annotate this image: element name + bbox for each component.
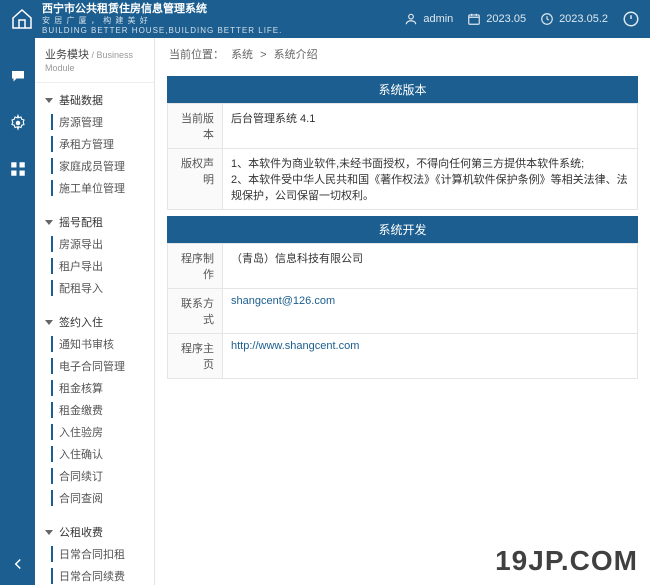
menu-group-title: 签约入住 xyxy=(59,314,103,330)
chat-icon[interactable] xyxy=(9,68,27,86)
menu-item[interactable]: 电子合同管理 xyxy=(35,355,154,377)
menu-item[interactable]: 入住验房 xyxy=(35,421,154,443)
value-contact: shangcent@126.com xyxy=(223,289,638,334)
date-2: 2023.05.2 xyxy=(559,13,608,25)
value-copyright: 1、本软件为商业软件,未经书面授权，不得向任何第三方提供本软件系统; 2、本软件… xyxy=(223,149,638,210)
menu-item[interactable]: 家庭成员管理 xyxy=(35,155,154,177)
menu-group-title: 公租收费 xyxy=(59,524,103,540)
menu-group-title: 摇号配租 xyxy=(59,214,103,230)
menu-item[interactable]: 合同查阅 xyxy=(35,487,154,509)
header-right: admin 2023.05 2023.05.2 xyxy=(404,10,640,28)
menu-item[interactable]: 通知书审核 xyxy=(35,333,154,355)
menu-group-header[interactable]: 公租收费 xyxy=(35,521,154,543)
chevron-down-icon xyxy=(45,98,53,103)
label-version: 当前版本 xyxy=(168,104,223,149)
icon-rail xyxy=(0,38,35,585)
gear-icon[interactable] xyxy=(9,114,27,132)
value-maker: （青岛）信息科技有限公司 xyxy=(223,244,638,289)
date-info-2[interactable]: 2023.05.2 xyxy=(540,12,608,26)
user-info[interactable]: admin xyxy=(404,12,453,26)
menu-item[interactable]: 配租导入 xyxy=(35,277,154,299)
menu-item[interactable]: 租金核算 xyxy=(35,377,154,399)
grid-icon[interactable] xyxy=(9,160,27,178)
version-table: 当前版本 后台管理系统 4.1 版权声明 1、本软件为商业软件,未经书面授权，不… xyxy=(167,103,638,210)
menu-item[interactable]: 日常合同续费 xyxy=(35,565,154,585)
chevron-down-icon xyxy=(45,220,53,225)
breadcrumb-current: 系统介绍 xyxy=(274,49,318,61)
user-icon xyxy=(404,12,418,26)
breadcrumb-sys[interactable]: 系统 xyxy=(231,49,253,61)
username: admin xyxy=(423,13,453,25)
menu-item[interactable]: 房源管理 xyxy=(35,111,154,133)
value-home: http://www.shangcent.com xyxy=(223,334,638,379)
power-icon[interactable] xyxy=(622,10,640,28)
value-version: 后台管理系统 4.1 xyxy=(223,104,638,149)
sidebar: 业务模块 / Business Module 基础数据房源管理承租方管理家庭成员… xyxy=(35,38,155,585)
section-version: 系统版本 xyxy=(167,76,638,103)
menu-item[interactable]: 合同续订 xyxy=(35,465,154,487)
main-content: 当前位置： 系统 > 系统介绍 系统版本 当前版本 后台管理系统 4.1 版权声… xyxy=(155,38,650,585)
chevron-down-icon xyxy=(45,530,53,535)
menu-item[interactable]: 日常合同扣租 xyxy=(35,543,154,565)
menu-item[interactable]: 房源导出 xyxy=(35,233,154,255)
menu-item[interactable]: 入住确认 xyxy=(35,443,154,465)
menu-item[interactable]: 施工单位管理 xyxy=(35,177,154,199)
label-contact: 联系方式 xyxy=(168,289,223,334)
chevron-down-icon xyxy=(45,320,53,325)
menu-group-header[interactable]: 签约入住 xyxy=(35,311,154,333)
date-info-1[interactable]: 2023.05 xyxy=(467,12,526,26)
logo-area: 西宁市公共租赁住房信息管理系统 安 居 广 厦 ， 构 建 美 好 BUILDI… xyxy=(10,3,404,35)
menu-group-header[interactable]: 摇号配租 xyxy=(35,211,154,233)
menu-item[interactable]: 租户导出 xyxy=(35,255,154,277)
logo-text: 西宁市公共租赁住房信息管理系统 安 居 广 厦 ， 构 建 美 好 BUILDI… xyxy=(42,3,282,35)
menu-item[interactable]: 租金缴费 xyxy=(35,399,154,421)
app-title: 西宁市公共租赁住房信息管理系统 xyxy=(42,3,282,16)
chevron-left-icon[interactable] xyxy=(9,555,27,573)
module-title: 业务模块 / Business Module xyxy=(35,38,154,83)
section-dev: 系统开发 xyxy=(167,216,638,243)
menu-item[interactable]: 承租方管理 xyxy=(35,133,154,155)
menu-group-header[interactable]: 基础数据 xyxy=(35,89,154,111)
clock-icon xyxy=(540,12,554,26)
label-maker: 程序制作 xyxy=(168,244,223,289)
label-copyright: 版权声明 xyxy=(168,149,223,210)
dev-table: 程序制作 （青岛）信息科技有限公司 联系方式 shangcent@126.com… xyxy=(167,243,638,379)
breadcrumb: 当前位置： 系统 > 系统介绍 xyxy=(155,38,650,70)
calendar-icon xyxy=(467,12,481,26)
date-1: 2023.05 xyxy=(486,13,526,25)
home-link[interactable]: http://www.shangcent.com xyxy=(231,340,359,352)
label-home: 程序主页 xyxy=(168,334,223,379)
email-link[interactable]: shangcent@126.com xyxy=(231,295,335,307)
menu-group-title: 基础数据 xyxy=(59,92,103,108)
app-header: 西宁市公共租赁住房信息管理系统 安 居 广 厦 ， 构 建 美 好 BUILDI… xyxy=(0,0,650,38)
app-logo-icon xyxy=(10,7,34,31)
